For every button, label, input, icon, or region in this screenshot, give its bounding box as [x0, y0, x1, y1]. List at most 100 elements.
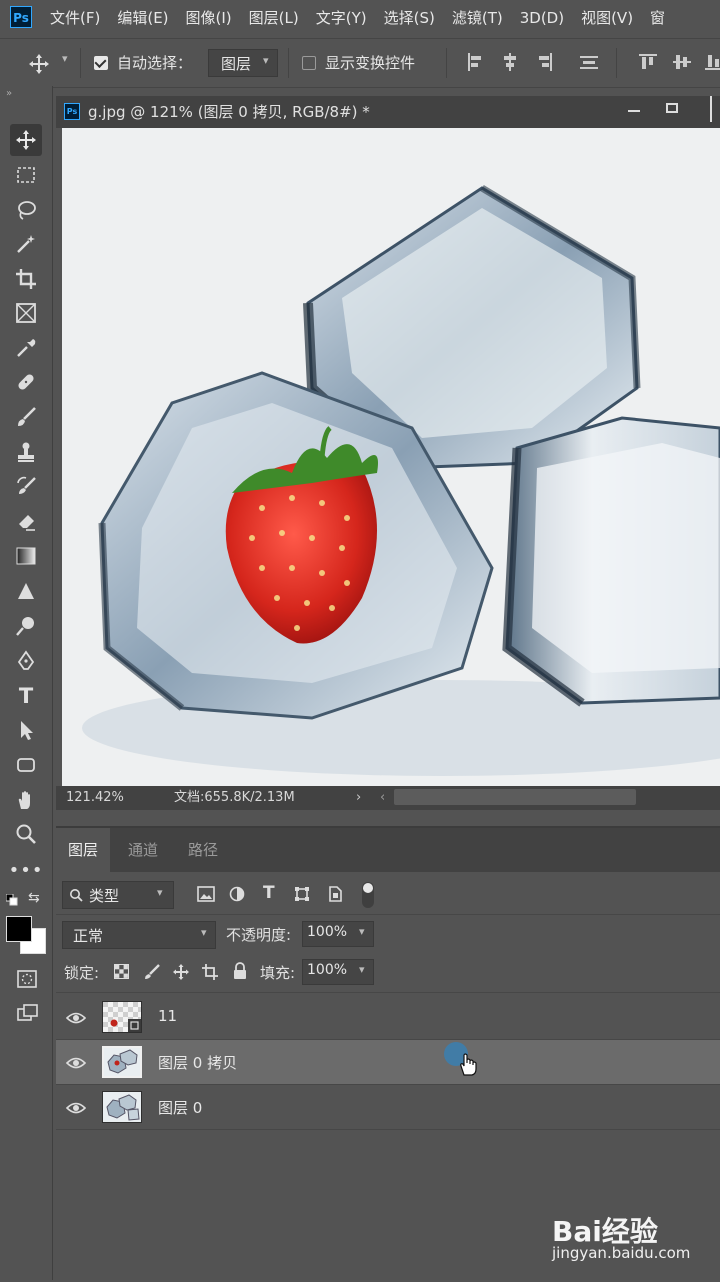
fill-field[interactable]: 100% ▾	[302, 959, 374, 985]
layer-row[interactable]	[56, 995, 720, 1039]
tab-channels[interactable]: 通道	[116, 828, 170, 872]
minimize-icon[interactable]	[628, 110, 640, 112]
layer-row[interactable]	[56, 1085, 720, 1129]
type-icon[interactable]: T	[10, 680, 42, 712]
move-tool-preset-icon[interactable]	[28, 53, 50, 75]
marquee-icon[interactable]	[10, 159, 42, 191]
quick-mask-icon[interactable]	[16, 968, 38, 990]
photoshop-logo: Ps	[10, 6, 32, 28]
healing-brush-icon[interactable]	[10, 366, 42, 398]
blur-icon[interactable]	[10, 576, 42, 608]
canvas[interactable]	[62, 128, 720, 786]
divider	[616, 48, 617, 78]
menu-filter[interactable]: 滤镜(T)	[452, 0, 503, 36]
layer-filter-dropdown[interactable]: 类型 ▾	[62, 881, 174, 909]
visibility-eye-icon[interactable]	[66, 1011, 86, 1025]
default-colors-icon[interactable]	[6, 894, 18, 906]
chevron-right-icon[interactable]: ›	[356, 786, 361, 810]
show-transform-checkbox[interactable]	[302, 56, 316, 70]
maximize-icon[interactable]	[666, 103, 678, 113]
filter-toggle-knob	[363, 883, 373, 893]
clone-stamp-icon[interactable]	[10, 436, 42, 468]
visibility-eye-icon[interactable]	[66, 1056, 86, 1070]
eyedropper-icon[interactable]	[10, 332, 42, 364]
layer-name[interactable]: 11	[158, 1007, 177, 1025]
chevron-down-icon: ▾	[263, 54, 269, 67]
align-horizontal-center-icon[interactable]	[500, 52, 520, 72]
menu-view[interactable]: 视图(V)	[581, 0, 633, 36]
blend-mode-dropdown[interactable]: 正常 ▾	[62, 921, 216, 949]
filter-shape-icon[interactable]	[294, 886, 310, 902]
foreground-color-swatch[interactable]	[6, 916, 32, 942]
filter-toggle[interactable]	[362, 882, 374, 908]
visibility-eye-icon[interactable]	[66, 1101, 86, 1115]
history-brush-icon[interactable]	[10, 470, 42, 502]
lock-all-icon[interactable]	[232, 962, 248, 980]
magic-wand-icon[interactable]	[10, 228, 42, 260]
path-selection-icon[interactable]	[10, 714, 42, 746]
tab-layers[interactable]: 图层	[56, 828, 111, 872]
lasso-icon[interactable]	[10, 194, 42, 226]
show-transform-label: 显示变换控件	[325, 54, 416, 72]
horizontal-scrollbar[interactable]	[394, 789, 636, 805]
menu-file[interactable]: 文件(F)	[50, 0, 100, 36]
menu-type[interactable]: 文字(Y)	[316, 0, 367, 36]
fill-label: 填充:	[260, 964, 296, 982]
divider	[446, 48, 447, 78]
pen-icon[interactable]	[10, 645, 42, 677]
swap-colors-icon[interactable]: ⇆	[28, 890, 40, 906]
close-icon[interactable]	[710, 96, 720, 122]
collapse-arrows-icon[interactable]: »	[6, 88, 12, 99]
filter-type-icon[interactable]: T	[263, 883, 275, 903]
divider	[56, 914, 720, 915]
more-icon[interactable]: •••	[9, 854, 43, 886]
chevron-down-icon: ▾	[359, 963, 365, 976]
screen-mode-icon[interactable]	[16, 1002, 40, 1024]
chevron-left-icon[interactable]: ‹	[380, 786, 385, 810]
move-icon[interactable]	[10, 124, 42, 156]
layer-name[interactable]: 图层 0 拷贝	[158, 1052, 237, 1073]
zoom-icon[interactable]	[10, 818, 42, 850]
rectangle-icon[interactable]	[10, 749, 42, 781]
dodge-icon[interactable]	[10, 610, 42, 642]
hand-cursor-icon	[460, 1053, 477, 1076]
align-left-icon[interactable]	[466, 52, 486, 72]
lock-artboard-icon[interactable]	[201, 963, 219, 981]
menu-window[interactable]: 窗	[650, 0, 665, 36]
hand-icon[interactable]	[10, 784, 42, 816]
gradient-icon[interactable]	[10, 540, 42, 572]
distribute-icon[interactable]	[578, 52, 600, 72]
align-vertical-center-icon[interactable]	[672, 52, 692, 72]
tab-paths[interactable]: 路径	[176, 828, 230, 872]
align-top-icon[interactable]	[638, 52, 658, 72]
auto-select-target-dropdown[interactable]: 图层 ▾	[208, 49, 278, 77]
menu-3d[interactable]: 3D(D)	[520, 0, 564, 36]
filter-pixel-icon[interactable]	[197, 886, 215, 902]
align-bottom-icon[interactable]	[704, 52, 720, 72]
crop-icon[interactable]	[10, 263, 42, 295]
opacity-field[interactable]: 100% ▾	[302, 921, 374, 947]
filter-adjustment-icon[interactable]	[229, 886, 245, 902]
menu-select[interactable]: 选择(S)	[384, 0, 435, 36]
zoom-level[interactable]: 121.42%	[66, 786, 124, 810]
brush-icon[interactable]	[10, 401, 42, 433]
filter-smart-object-icon[interactable]	[327, 885, 343, 903]
divider	[56, 1129, 720, 1130]
menu-image[interactable]: 图像(I)	[186, 0, 232, 36]
frame-icon[interactable]	[10, 297, 42, 329]
lock-label: 锁定:	[64, 964, 100, 982]
chevron-down-icon[interactable]: ▾	[62, 52, 68, 65]
ps-file-icon: Ps	[64, 103, 80, 120]
fill-value: 100%	[307, 962, 348, 978]
eraser-icon[interactable]	[10, 505, 42, 537]
layer-row-selected[interactable]	[56, 1040, 720, 1084]
lock-image-pixels-icon[interactable]	[143, 963, 161, 981]
lock-transparent-pixels-icon[interactable]	[114, 964, 129, 979]
chevron-down-icon: ▾	[201, 926, 207, 939]
lock-position-icon[interactable]	[172, 963, 190, 981]
menu-layer[interactable]: 图层(L)	[249, 0, 299, 36]
auto-select-checkbox[interactable]	[94, 56, 108, 70]
align-right-icon[interactable]	[534, 52, 554, 72]
layer-name[interactable]: 图层 0	[158, 1097, 202, 1118]
menu-edit[interactable]: 编辑(E)	[117, 0, 168, 36]
